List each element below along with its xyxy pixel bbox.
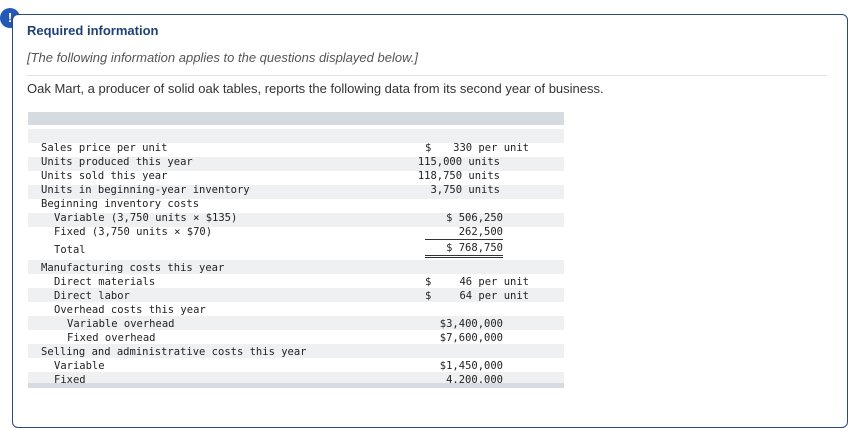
row-label-variable-overhead: Variable overhead	[67, 318, 175, 330]
value-direct-materials: 46 per unit	[459, 276, 529, 288]
row-label-units-beginning: Units in beginning-year inventory	[41, 184, 250, 196]
row-label-units-produced: Units produced this year	[41, 156, 193, 168]
row-label-sa-variable: Variable	[54, 360, 105, 372]
value-sales-price: 330 per unit	[453, 142, 529, 154]
data-table: Sales price per unit $ 330 per unit Unit…	[28, 112, 564, 388]
value-total-beginning: $ 768,750	[425, 241, 503, 258]
value-fixed-overhead: $7,600,000	[439, 332, 503, 344]
required-information-title: Required information	[27, 23, 159, 38]
row-label-total-beginning: Total	[54, 244, 86, 256]
dollar-sign: $	[425, 290, 432, 302]
row-label-manufacturing-costs: Manufacturing costs this year	[41, 262, 225, 274]
dollar-sign: $	[425, 142, 432, 154]
row-label-sales-price: Sales price per unit	[41, 142, 168, 154]
value-units-produced: 115,000 units	[417, 156, 500, 168]
row-label-selling-admin: Selling and administrative costs this ye…	[41, 346, 307, 358]
row-label-fixed-overhead: Fixed overhead	[67, 332, 156, 344]
required-information-subtitle: [The following information applies to th…	[27, 50, 418, 65]
row-label-direct-labor: Direct labor	[54, 290, 130, 302]
row-label-beginning-costs: Beginning inventory costs	[41, 198, 200, 210]
row-label-units-sold: Units sold this year	[41, 170, 168, 182]
value-units-sold: 118,750 units	[417, 170, 500, 182]
value-direct-labor: 64 per unit	[459, 290, 529, 302]
table-header-bar	[28, 112, 564, 125]
table-footer-bar	[28, 383, 564, 388]
dollar-sign: $	[425, 276, 432, 288]
value-variable-overhead: $3,400,000	[439, 318, 503, 330]
value-variable-beginning: $ 506,250	[446, 212, 503, 224]
row-label-direct-materials: Direct materials	[54, 276, 156, 288]
divider	[27, 75, 827, 76]
row-label-variable-beginning: Variable (3,750 units × $135)	[54, 212, 238, 224]
row-label-overhead: Overhead costs this year	[54, 304, 206, 316]
value-units-beginning: 3,750 units	[430, 184, 500, 196]
problem-intro: Oak Mart, a producer of solid oak tables…	[27, 81, 604, 96]
value-fixed-beginning: 262,500	[425, 225, 503, 240]
row-label-fixed-beginning: Fixed (3,750 units × $70)	[54, 226, 213, 238]
value-sa-variable: $1,450,000	[439, 360, 503, 372]
